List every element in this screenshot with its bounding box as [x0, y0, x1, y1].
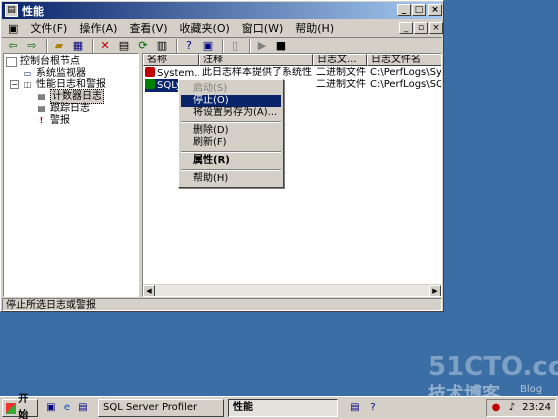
- menu-separator: [181, 121, 281, 123]
- quick-launch-icon[interactable]: ▤: [76, 401, 90, 415]
- row-type: 二进制文件: [316, 79, 366, 90]
- menu-separator: [181, 151, 281, 153]
- back-icon[interactable]: ⇦: [5, 39, 21, 53]
- start-button[interactable]: 开始: [2, 394, 38, 419]
- task-label: 性能: [233, 402, 253, 413]
- internet-explorer-icon[interactable]: e: [60, 401, 74, 415]
- show-desktop-icon[interactable]: ▣: [44, 401, 58, 415]
- row-name: SQLyo...: [157, 80, 179, 91]
- list-row[interactable]: System... 此日志样本提供了系统性... 二进制文件 C:\PerfLo…: [143, 67, 442, 79]
- tray-extra-icon[interactable]: ▤: [348, 401, 362, 415]
- show-tree-icon[interactable]: ▦: [70, 39, 86, 53]
- forward-icon[interactable]: ⇨: [24, 39, 40, 53]
- menu-help[interactable]: 帮助(H): [289, 21, 340, 37]
- toolbar-separator: [46, 38, 48, 53]
- trace-log-icon: ▤: [37, 103, 46, 113]
- windows-logo-icon: [6, 402, 17, 414]
- row-file: C:\PerfLogs\SQL...: [370, 79, 441, 90]
- help-icon[interactable]: ?: [181, 39, 197, 53]
- column-log-type[interactable]: 日志文...: [313, 54, 367, 66]
- toolbar-separator: [176, 38, 178, 53]
- start-icon[interactable]: ▶: [254, 39, 270, 53]
- log-running-icon: [145, 79, 155, 89]
- menu-favorites[interactable]: 收藏夹(O): [174, 21, 236, 37]
- collapse-toggle[interactable]: −: [10, 80, 19, 89]
- watermark-logo: 51CTO.com: [428, 352, 558, 382]
- toolbar-separator: [92, 38, 94, 53]
- menu-item-stop[interactable]: 停止(O): [181, 95, 281, 107]
- context-menu: 启动(S) 停止(O) 将设置另存为(A)... 删除(D) 刷新(F) 属性(…: [178, 79, 284, 188]
- volume-icon[interactable]: ♪: [505, 401, 519, 415]
- refresh-icon[interactable]: ⟳: [135, 39, 151, 53]
- watermark-blog: Blog: [520, 384, 543, 395]
- clock: 23:24: [522, 402, 551, 413]
- maximize-button[interactable]: □: [412, 4, 426, 16]
- column-comment[interactable]: 注释: [199, 54, 313, 66]
- task-label: SQL Server Profiler: [103, 402, 198, 413]
- status-bar: 停止所选日志或警报: [2, 298, 442, 311]
- menu-item-delete[interactable]: 删除(D): [181, 125, 281, 137]
- stop-icon[interactable]: ■: [273, 39, 289, 53]
- row-name: System...: [157, 68, 199, 79]
- menu-item-refresh[interactable]: 刷新(F): [181, 137, 281, 149]
- delete-icon[interactable]: ✕: [97, 39, 113, 53]
- console-tree: 控制台根节点 ▭ 系统监视器 − ◫ 性能日志和警报 ▤ 计数器日志 ▤ 跟踪日…: [3, 53, 139, 297]
- menu-action[interactable]: 操作(A): [73, 21, 123, 37]
- task-sql-profiler[interactable]: SQL Server Profiler: [98, 399, 224, 417]
- folder-icon: [6, 56, 17, 67]
- toolbar: ⇦ ⇨ ▰ ▦ ✕ ▤ ⟳ ▥ ? ▣ ▯ ▶ ■: [2, 37, 442, 53]
- tray-help-icon[interactable]: ?: [366, 401, 380, 415]
- menu-item-start[interactable]: 启动(S): [181, 83, 281, 95]
- counter-log-icon: ▤: [37, 91, 46, 101]
- app-icon: ▤: [5, 4, 18, 17]
- mdi-restore-button[interactable]: ▫: [414, 22, 428, 34]
- tray-status-icon[interactable]: ●: [489, 401, 503, 415]
- console-icon[interactable]: ▣: [200, 39, 216, 53]
- menu-app-icon[interactable]: ▣: [2, 21, 24, 37]
- properties-icon[interactable]: ▤: [116, 39, 132, 53]
- scroll-left-icon[interactable]: ◀: [143, 285, 155, 296]
- column-name[interactable]: 名称: [143, 54, 199, 66]
- menu-file[interactable]: 文件(F): [24, 21, 73, 37]
- minimize-button[interactable]: _: [397, 4, 411, 16]
- row-type: 二进制文件: [316, 67, 366, 78]
- mdi-close-button[interactable]: ×: [429, 22, 443, 34]
- task-performance[interactable]: 性能: [228, 399, 338, 417]
- menu-item-properties[interactable]: 属性(R): [181, 155, 281, 167]
- menu-view[interactable]: 查看(V): [123, 21, 173, 37]
- row-file: C:\PerfLogs\Sys...: [370, 67, 442, 78]
- alert-icon: !: [39, 115, 44, 125]
- perf-logs-icon: ◫: [23, 79, 32, 89]
- menu-item-help[interactable]: 帮助(H): [181, 173, 281, 185]
- mdi-minimize-button[interactable]: _: [399, 22, 413, 34]
- up-folder-icon[interactable]: ▰: [51, 39, 67, 53]
- toolbar-separator: [222, 38, 224, 53]
- tree-item-alerts[interactable]: ! 警报: [36, 114, 70, 127]
- menu-window[interactable]: 窗口(W): [236, 21, 289, 37]
- menu-bar: ▣ 文件(F) 操作(A) 查看(V) 收藏夹(O) 窗口(W) 帮助(H): [2, 20, 442, 38]
- column-log-file[interactable]: 日志文件名: [367, 54, 441, 66]
- window-title: 性能: [22, 4, 44, 18]
- title-bar[interactable]: ▤ 性能: [2, 2, 442, 19]
- log-stopped-icon: [145, 67, 155, 77]
- taskbar: 开始 ▣ e ▤ SQL Server Profiler 性能 ▤ ? ● ♪ …: [0, 394, 558, 419]
- close-button[interactable]: ×: [428, 4, 442, 16]
- row-comment: 此日志样本提供了系统性...: [202, 67, 312, 78]
- export-icon[interactable]: ▥: [154, 39, 170, 53]
- monitor-icon: ▭: [23, 68, 32, 78]
- menu-item-save-settings[interactable]: 将设置另存为(A)...: [181, 107, 281, 119]
- system-tray: ● ♪ 23:24: [486, 399, 556, 417]
- new-icon[interactable]: ▯: [227, 39, 243, 53]
- scroll-right-icon[interactable]: ▶: [429, 285, 441, 296]
- toolbar-separator: [249, 38, 251, 53]
- horizontal-scrollbar[interactable]: ◀ ▶: [143, 284, 441, 296]
- menu-separator: [181, 169, 281, 171]
